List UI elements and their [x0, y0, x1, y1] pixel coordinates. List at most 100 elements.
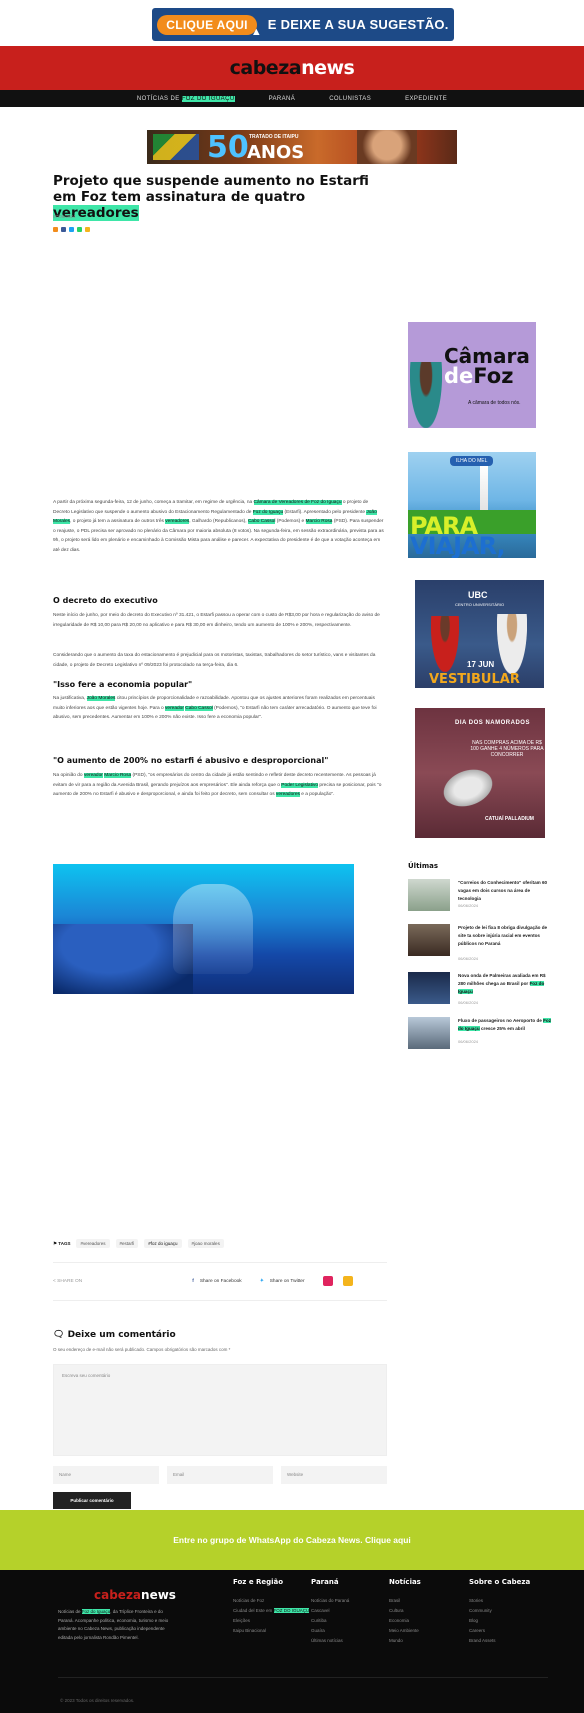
highlighted-link[interactable]: Poder Legislativo: [281, 782, 319, 788]
highlighted-link[interactable]: vereador: [83, 773, 103, 778]
footer-link[interactable]: Brand Assets: [469, 1636, 530, 1646]
highlighted-link[interactable]: vereador: [165, 705, 184, 711]
tag-link[interactable]: #vereadores: [76, 1239, 110, 1248]
ad-camara-de: de: [444, 364, 474, 388]
share-twitter-button[interactable]: ✦ Share on Twitter: [260, 1279, 305, 1284]
footer-link[interactable]: Cascavel: [311, 1606, 349, 1616]
ultimas-thumb[interactable]: [408, 924, 450, 956]
ultimas-thumb[interactable]: [408, 879, 450, 911]
highlighted-link[interactable]: Marcio Rosa: [305, 519, 333, 525]
nav-item-parana[interactable]: PARANÁ: [269, 96, 296, 102]
highlighted-link[interactable]: Marcio Rosa: [104, 773, 132, 778]
footer-link[interactable]: Últimas notícias: [311, 1636, 349, 1646]
footer-divider: [58, 1677, 548, 1678]
footer-link[interactable]: Itaipu Binacional: [233, 1626, 309, 1636]
ad-dia-dos-namorados[interactable]: DIA DOS NAMORADOS NAS COMPRAS ACIMA DE R…: [415, 708, 545, 838]
footer-logo-a: cabeza: [94, 1588, 142, 1602]
ultimas-item[interactable]: Fluxo de passageiros no Aeroporto de Foz…: [408, 1017, 552, 1051]
ultimas-item[interactable]: Nova onda de Palmeiras avaliada em R$ 28…: [408, 972, 548, 1006]
ad-namor-text: NAS COMPRAS ACIMA DE R$ 100 GANHE 4 NÚME…: [470, 740, 544, 758]
ultimas-title[interactable]: Nova onda de Palmeiras avaliada em R$ 28…: [458, 972, 553, 995]
highlighted-link[interactable]: Cabo Cassol: [185, 705, 213, 711]
ultimas-date: 06/06/2024: [458, 903, 479, 908]
tag-link[interactable]: #foz do iguaçu: [144, 1239, 182, 1248]
whatsapp-mini-icon[interactable]: [77, 227, 82, 232]
ad-ubc-vestibular[interactable]: UBC CENTRO UNIVERSITÁRIO 17 JUN VESTIBUL…: [415, 580, 544, 688]
facebook-mini-icon[interactable]: [61, 227, 66, 232]
article-intro: A partir da próxima segunda-feira, 12 de…: [53, 498, 386, 556]
ultimas-thumb[interactable]: [408, 972, 450, 1004]
ultimas-thumb[interactable]: [408, 1017, 450, 1049]
ultimas-item[interactable]: Projeto de lei fixa 8 obriga divulgação …: [408, 924, 548, 961]
footer-logo[interactable]: cabezanews: [94, 1588, 176, 1602]
nav-item-expediente[interactable]: EXPEDIENTE: [405, 96, 447, 102]
ultimas-date: 06/06/2024: [458, 1000, 479, 1005]
heading-decreto: O decreto do executivo: [53, 596, 158, 605]
footer-link[interactable]: Curitiba: [311, 1616, 349, 1626]
footer-link[interactable]: Stories: [469, 1596, 530, 1606]
footer-link[interactable]: Community: [469, 1606, 530, 1616]
ultimas-title[interactable]: Projeto de lei fixa 8 obriga divulgação …: [458, 924, 553, 947]
comment-icon: 🗨: [53, 1330, 65, 1340]
suggestion-text: E DEIXE A SUA SUGESTÃO.: [267, 17, 449, 32]
footer-link[interactable]: Economia: [389, 1616, 421, 1626]
text-run: (PSD). Para suspender o reajuste, o PDL …: [53, 519, 384, 553]
publish-comment-button[interactable]: Publicar comentário: [53, 1492, 131, 1509]
footer-link[interactable]: Guaíra: [311, 1626, 349, 1636]
logo-part-news: news: [301, 57, 355, 79]
comment-heading: 🗨 Deixe um comentário: [53, 1330, 176, 1340]
footer-link[interactable]: Brasil: [389, 1596, 421, 1606]
click-here-button[interactable]: CLIQUE AQUI: [157, 14, 257, 35]
comment-textarea[interactable]: Escreva seu comentário: [53, 1364, 387, 1456]
footer-link[interactable]: Notícias do Paraná: [311, 1596, 349, 1606]
email-mini-icon[interactable]: [85, 227, 90, 232]
ad-50-word: ANOS: [247, 142, 305, 163]
heading-200: "O aumento de 200% no estarfi é abusivo …: [53, 756, 329, 765]
ad-ubc-person2: [497, 614, 527, 674]
ultimas-title[interactable]: "Correios do Conhecimento" oferitam 60 v…: [458, 879, 553, 902]
footer-link[interactable]: Cultura: [389, 1606, 421, 1616]
share-mini-icon[interactable]: [53, 227, 58, 232]
whatsapp-group-link[interactable]: Entre no grupo de WhatsApp do Cabeza New…: [0, 1510, 584, 1570]
name-field[interactable]: Name: [53, 1466, 159, 1484]
email-field[interactable]: Email: [167, 1466, 273, 1484]
ad-50-small: TRATADO DE ITAIPU: [249, 134, 299, 140]
nav-item-foz-prefix: NOTÍCIAS DE: [136, 95, 182, 102]
site-logo[interactable]: cabezanews: [230, 57, 355, 79]
nav-item-foz[interactable]: NOTÍCIAS DE FOZ DO IGUAÇU: [136, 95, 235, 102]
twitter-mini-icon[interactable]: [69, 227, 74, 232]
footer-link[interactable]: Ciudad del Este em FOZ DO IGUAÇU: [233, 1606, 310, 1616]
highlighted-link[interactable]: João Morales: [86, 696, 116, 701]
share-facebook-button[interactable]: f Share on Facebook: [192, 1279, 241, 1284]
tag-link[interactable]: #joao morales: [187, 1239, 224, 1248]
article-image-waterfall: [53, 864, 354, 994]
paragraph-200: Na opinião do vereador Marcio Rosa (PSD)…: [53, 771, 386, 800]
footer-link[interactable]: Meio Ambiente: [389, 1626, 421, 1636]
website-field[interactable]: Website: [281, 1466, 387, 1484]
email-share-icon[interactable]: [342, 1276, 353, 1286]
ad-camara-de-foz[interactable]: Câmara deFoz A câmara de todos nós.: [408, 322, 536, 428]
pinterest-icon[interactable]: [322, 1276, 333, 1286]
nav-item-colunistas[interactable]: COLUNISTAS: [329, 96, 371, 102]
ad-para-viajar[interactable]: ILHA DO MEL PARA VIAJAR,: [408, 452, 536, 558]
footer-link[interactable]: Mundo: [389, 1636, 421, 1646]
footer-about-prefix: Notícias de: [58, 1609, 82, 1614]
highlighted-link[interactable]: vereadores: [165, 519, 190, 525]
ultimas-title[interactable]: Fluxo de passageiros no Aeroporto de Foz…: [458, 1017, 553, 1033]
footer-col-foz: Foz e Região Notícias de Foz Ciudad del …: [233, 1578, 310, 1636]
highlighted-link[interactable]: Câmara de Vereadores de Foz do Iguaçu: [253, 500, 342, 505]
highlighted-link[interactable]: vereadores: [275, 792, 300, 798]
footer-link[interactable]: Blog: [469, 1616, 530, 1626]
ad-namor-title: DIA DOS NAMORADOS: [455, 720, 530, 726]
footer-link[interactable]: Careers: [469, 1626, 530, 1636]
footer-link[interactable]: Notícias de Foz: [233, 1596, 309, 1606]
site-header: cabezanews: [0, 46, 584, 90]
highlighted-link[interactable]: Foz do Iguaçu: [252, 509, 284, 515]
highlighted-link[interactable]: Cabo Cassol: [247, 519, 276, 525]
cursor-icon: ▲: [250, 25, 262, 38]
tag-link[interactable]: #estarfi: [115, 1239, 139, 1248]
ad-itaipu-50-anos[interactable]: 50 TRATADO DE ITAIPU ANOS: [147, 130, 457, 164]
footer-link[interactable]: Eleições: [233, 1616, 309, 1626]
ultimas-item[interactable]: "Correios do Conhecimento" oferitam 60 v…: [408, 879, 548, 913]
suggestion-banner[interactable]: CLIQUE AQUI ▲ E DEIXE A SUA SUGESTÃO.: [152, 8, 454, 41]
